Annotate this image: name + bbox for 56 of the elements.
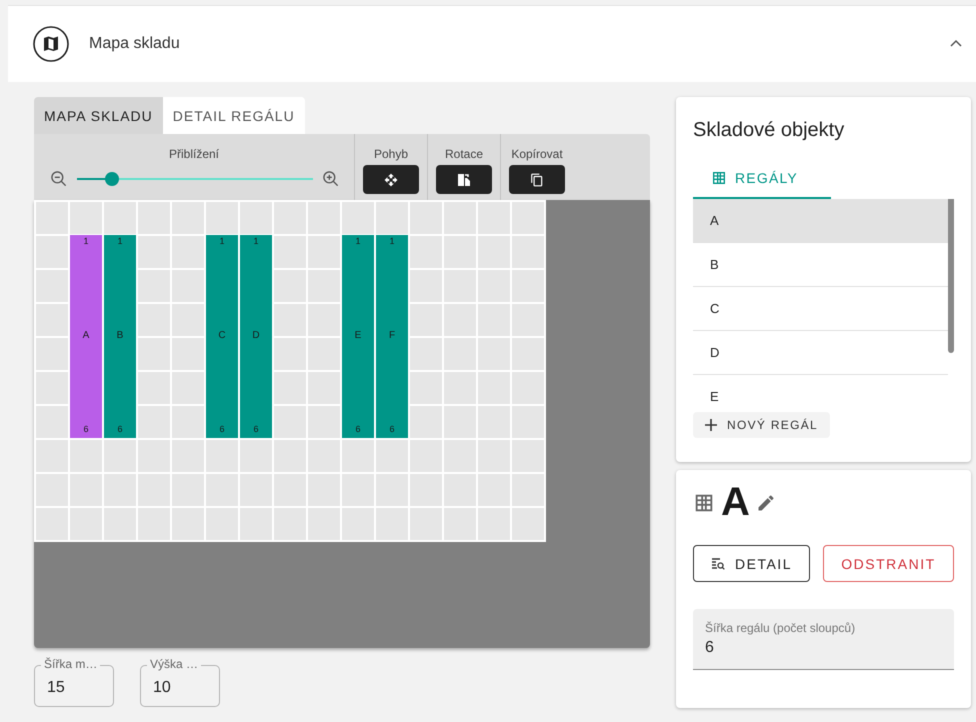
rack-name: C [218, 330, 226, 340]
detail-button[interactable]: DETAIL [693, 545, 810, 582]
panel-title: Mapa skladu [89, 35, 181, 53]
rack-block[interactable]: 1 B 6 [104, 235, 136, 438]
rack-end-label: 6 [389, 424, 394, 434]
copy-icon [530, 172, 544, 188]
rack-start-label: 1 [219, 236, 224, 246]
rack-start-label: 1 [83, 236, 88, 246]
delete-button[interactable]: ODSTRANIT [823, 545, 954, 582]
move-icon [384, 172, 398, 186]
rack-start-label: 1 [117, 236, 122, 246]
slider-thumb[interactable] [105, 172, 120, 186]
table-icon [711, 170, 727, 186]
zoom-slider[interactable] [77, 172, 313, 186]
rack-start-label: 1 [355, 236, 360, 246]
rack-start-label: 1 [389, 236, 394, 246]
rack-start-label: 1 [253, 236, 258, 246]
view-tab[interactable]: MAPA SKLADU [34, 97, 163, 134]
view-tab[interactable]: DETAIL REGÁLU [162, 97, 305, 134]
rack-name: A [82, 330, 90, 340]
rack-end-label: 6 [83, 424, 88, 434]
rack-block[interactable]: 1 F 6 [376, 235, 408, 438]
tool-label: Pohyb [374, 147, 408, 161]
pencil-icon[interactable] [756, 492, 776, 512]
map-icon [33, 26, 69, 62]
rack-end-label: 6 [117, 424, 122, 434]
tool-button[interactable] [363, 165, 419, 194]
rack-width-field[interactable]: Šířka regálu (počet sloupců) 6 [693, 609, 954, 670]
rack-block[interactable]: 1 A 6 [70, 235, 102, 438]
list-search-icon [711, 556, 725, 570]
tool-label: Rotace [444, 147, 484, 161]
rack-block[interactable]: 1 D 6 [240, 235, 272, 438]
rack-name: F [388, 330, 396, 340]
field-label: Výška … [147, 657, 202, 672]
tool-label: Kopírovat [511, 147, 563, 161]
card-title: Skladové objekty [693, 119, 846, 142]
rack-name: B [116, 330, 124, 340]
rack-end-label: 6 [355, 424, 360, 434]
plus-icon [705, 419, 717, 431]
scrollbar[interactable] [948, 199, 954, 353]
rack-list-item[interactable]: D [693, 331, 948, 375]
tool-button[interactable] [509, 165, 565, 194]
rack-end-label: 6 [219, 424, 224, 434]
rack-name: D [252, 330, 260, 340]
rack-block[interactable]: 1 E 6 [342, 235, 374, 438]
zoom-in-icon[interactable] [321, 169, 341, 189]
rack-title: A [721, 480, 750, 525]
tool-button[interactable] [436, 165, 492, 194]
zoom-out-icon[interactable] [49, 169, 69, 189]
rack-name: E [354, 330, 362, 340]
rack-list-item[interactable]: A [693, 199, 948, 243]
rotate-icon [457, 172, 471, 188]
rack-block[interactable]: 1 C 6 [206, 235, 238, 438]
zoom-label: Přiblížení [168, 147, 220, 161]
new-rack-button[interactable]: NOVÝ REGÁL [693, 412, 830, 438]
rack-end-label: 6 [253, 424, 258, 434]
